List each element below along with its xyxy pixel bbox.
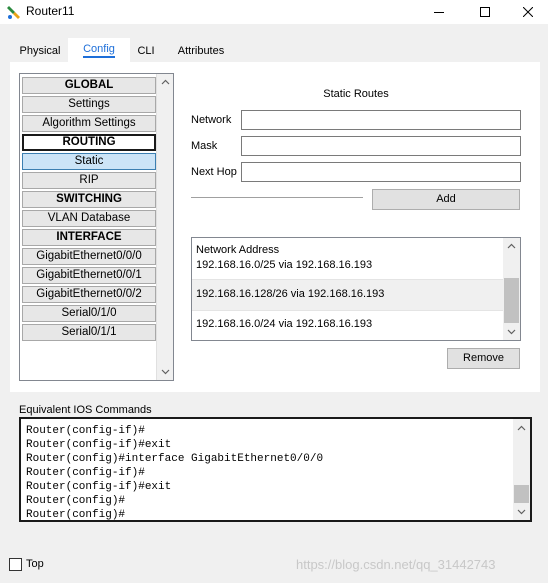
title-bar: Router11: [0, 0, 548, 24]
watermark: https://blog.csdn.net/qq_31442743: [296, 557, 496, 572]
packet-tracer-icon: [6, 4, 22, 20]
tab-strip: Physical Config CLI Attributes: [10, 38, 540, 63]
top-label: Top: [26, 558, 44, 570]
ios-commands-label: Equivalent IOS Commands: [19, 404, 152, 416]
nav-item-gigabitethernet0-0-0[interactable]: GigabitEthernet0/0/0: [22, 248, 156, 265]
console-scrollbar[interactable]: [513, 419, 530, 520]
route-item-text: 192.168.16.0/25 via 192.168.16.193: [196, 259, 373, 271]
window-title: Router11: [26, 4, 75, 18]
console-line: Router(config-if)#exit: [26, 481, 172, 493]
close-button[interactable]: [508, 0, 548, 24]
minimize-icon: [434, 12, 444, 13]
scroll-thumb[interactable]: [514, 485, 529, 503]
route-item[interactable]: 192.168.16.128/26 via 192.168.16.193: [192, 280, 504, 310]
nav-header-interface: INTERFACE: [22, 229, 156, 246]
maximize-button[interactable]: [462, 0, 508, 24]
tab-attributes[interactable]: Attributes: [172, 40, 230, 62]
top-checkbox[interactable]: [9, 558, 22, 571]
nav-item-serial0-1-1[interactable]: Serial0/1/1: [22, 324, 156, 341]
route-list: Network Address 192.168.16.0/25 via 192.…: [191, 237, 521, 341]
mask-label: Mask: [191, 140, 218, 152]
next-hop-label: Next Hop: [191, 166, 237, 178]
route-item[interactable]: 192.168.16.0/24 via 192.168.16.193: [192, 310, 504, 340]
console-line: Router(config)#interface GigabitEthernet…: [26, 453, 324, 465]
nav-header-routing: ROUTING: [22, 134, 156, 151]
config-nav-list: GLOBAL Settings Algorithm Settings ROUTI…: [19, 73, 174, 381]
add-button[interactable]: Add: [372, 189, 520, 210]
nav-header-global: GLOBAL: [22, 77, 156, 94]
tab-config[interactable]: Config: [68, 38, 130, 63]
console-line: Router(config)#: [26, 495, 126, 507]
nav-item-settings[interactable]: Settings: [22, 96, 156, 113]
nav-header-switching: SWITCHING: [22, 191, 156, 208]
scroll-up-icon[interactable]: [161, 78, 170, 87]
ios-commands-console[interactable]: Router(config-if)# Router(config-if)#exi…: [19, 417, 532, 522]
console-line: Router(config-if)#: [26, 467, 145, 479]
separator: [191, 197, 363, 199]
route-item-text: 192.168.16.0/24 via 192.168.16.193: [196, 318, 373, 330]
static-routes-title: Static Routes: [323, 88, 389, 100]
scroll-up-icon[interactable]: [517, 424, 526, 433]
minimize-button[interactable]: [416, 0, 462, 24]
remove-button[interactable]: Remove: [447, 348, 520, 369]
mask-input[interactable]: [241, 136, 521, 156]
next-hop-input[interactable]: [241, 162, 521, 182]
tab-cli[interactable]: CLI: [132, 40, 160, 62]
nav-item-serial0-1-0[interactable]: Serial0/1/0: [22, 305, 156, 322]
network-input[interactable]: [241, 110, 521, 130]
console-line: Router(config-if)#: [26, 425, 145, 437]
route-item[interactable]: 192.168.16.0/25 via 192.168.16.193: [192, 252, 504, 282]
close-icon: [523, 7, 533, 17]
console-line: Router(config-if)#exit: [26, 439, 172, 451]
route-list-scrollbar[interactable]: [503, 238, 520, 340]
nav-scrollbar[interactable]: [156, 74, 173, 380]
scroll-down-icon[interactable]: [161, 367, 170, 376]
scroll-down-icon[interactable]: [517, 507, 526, 516]
console-line: Router(config)#: [26, 509, 126, 521]
nav-item-static[interactable]: Static: [22, 153, 156, 170]
nav-item-algorithm-settings[interactable]: Algorithm Settings: [22, 115, 156, 132]
scroll-thumb[interactable]: [504, 278, 519, 323]
maximize-icon: [480, 7, 490, 17]
scroll-up-icon[interactable]: [507, 242, 516, 251]
tab-physical[interactable]: Physical: [14, 40, 66, 62]
nav-item-vlan-database[interactable]: VLAN Database: [22, 210, 156, 227]
route-item-text: 192.168.16.128/26 via 192.168.16.193: [196, 288, 385, 300]
nav-item-gigabitethernet0-0-1[interactable]: GigabitEthernet0/0/1: [22, 267, 156, 284]
network-label: Network: [191, 114, 232, 126]
nav-item-gigabitethernet0-0-2[interactable]: GigabitEthernet0/0/2: [22, 286, 156, 303]
scroll-down-icon[interactable]: [507, 327, 516, 336]
nav-item-rip[interactable]: RIP: [22, 172, 156, 189]
